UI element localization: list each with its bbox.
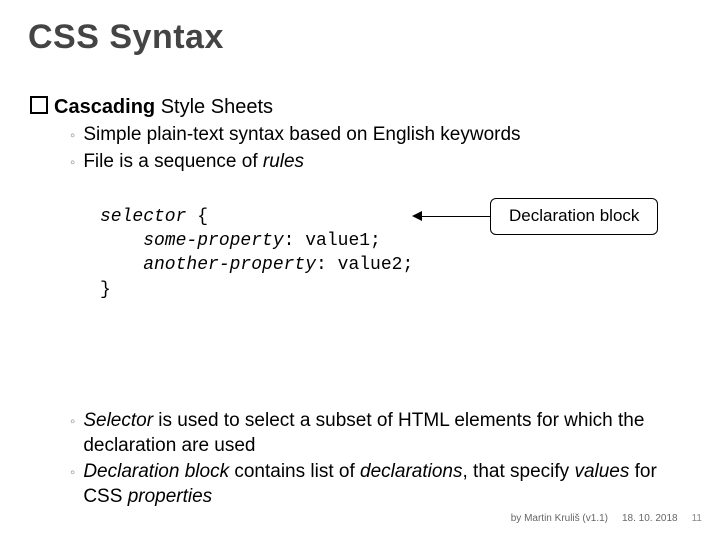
bullet-4d: , that specify: [462, 461, 574, 482]
heading-text: Cascading Style Sheets: [54, 96, 273, 119]
bullet-4-text: Declaration block contains list of decla…: [83, 460, 700, 509]
heading-rest: Style Sheets: [155, 96, 273, 118]
footer: by Martin Kruliš (v1.1) 18. 10. 2018 11: [511, 513, 702, 524]
callout-box: Declaration block: [490, 198, 658, 235]
slide: CSS Syntax Cascading Style Sheets ◦ Simp…: [0, 0, 720, 540]
bullet-4e: values: [574, 461, 629, 482]
callout-text: Declaration block: [509, 206, 639, 225]
ring-bullet-icon: ◦: [70, 126, 75, 146]
code-l1a: selector: [100, 207, 186, 227]
bullet-3a: Selector: [83, 410, 153, 431]
code-l2a: some-property: [100, 231, 284, 251]
slide-body: Cascading Style Sheets ◦ Simple plain-te…: [30, 95, 700, 510]
code-l2b: : value1;: [284, 231, 381, 251]
slide-title: CSS Syntax: [28, 18, 224, 57]
page-number: 11: [692, 513, 702, 524]
bullet-3-text: Selector is used to select a subset of H…: [83, 409, 700, 458]
bullet-2-a: File is a sequence of: [83, 151, 263, 172]
bullet-4g: properties: [128, 486, 213, 507]
arrow-left-icon: [412, 211, 422, 221]
code-l3a: another-property: [100, 255, 316, 275]
code-l3: another-property: value2;: [100, 255, 413, 275]
code-l3b: : value2;: [316, 255, 413, 275]
ring-bullet-icon: ◦: [70, 153, 75, 173]
bullet-2: ◦ File is a sequence of rules: [70, 150, 700, 175]
bullet-2-text: File is a sequence of rules: [83, 150, 304, 175]
heading-lead: Cascading: [54, 96, 155, 118]
bullet-1: ◦ Simple plain-text syntax based on Engl…: [70, 123, 700, 148]
footer-author: by Martin Kruliš (v1.1): [511, 513, 608, 524]
bullet-2-b: rules: [263, 151, 304, 172]
bullet-4b: contains list of: [229, 461, 360, 482]
bullet-4a: Declaration block: [83, 461, 229, 482]
callout-connector: [420, 216, 490, 217]
bullet-1-text: Simple plain-text syntax based on Englis…: [83, 123, 520, 148]
ring-bullet-icon: ◦: [70, 463, 75, 483]
code-l4: }: [100, 280, 111, 300]
code-l1b: {: [186, 207, 208, 227]
bullet-4: ◦ Declaration block contains list of dec…: [70, 460, 700, 509]
code-l1: selector {: [100, 207, 208, 227]
bullet-3b: is used to select a subset of HTML eleme…: [83, 410, 644, 456]
ring-bullet-icon: ◦: [70, 412, 75, 432]
footer-date: 18. 10. 2018: [622, 513, 678, 524]
code-l2: some-property: value1;: [100, 231, 381, 251]
bullet-3: ◦ Selector is used to select a subset of…: [70, 409, 700, 458]
heading-line: Cascading Style Sheets: [30, 95, 700, 119]
square-bullet-icon: [30, 96, 48, 114]
bullet-4c: declarations: [360, 461, 462, 482]
code-block: selector { some-property: value1; anothe…: [100, 180, 700, 399]
